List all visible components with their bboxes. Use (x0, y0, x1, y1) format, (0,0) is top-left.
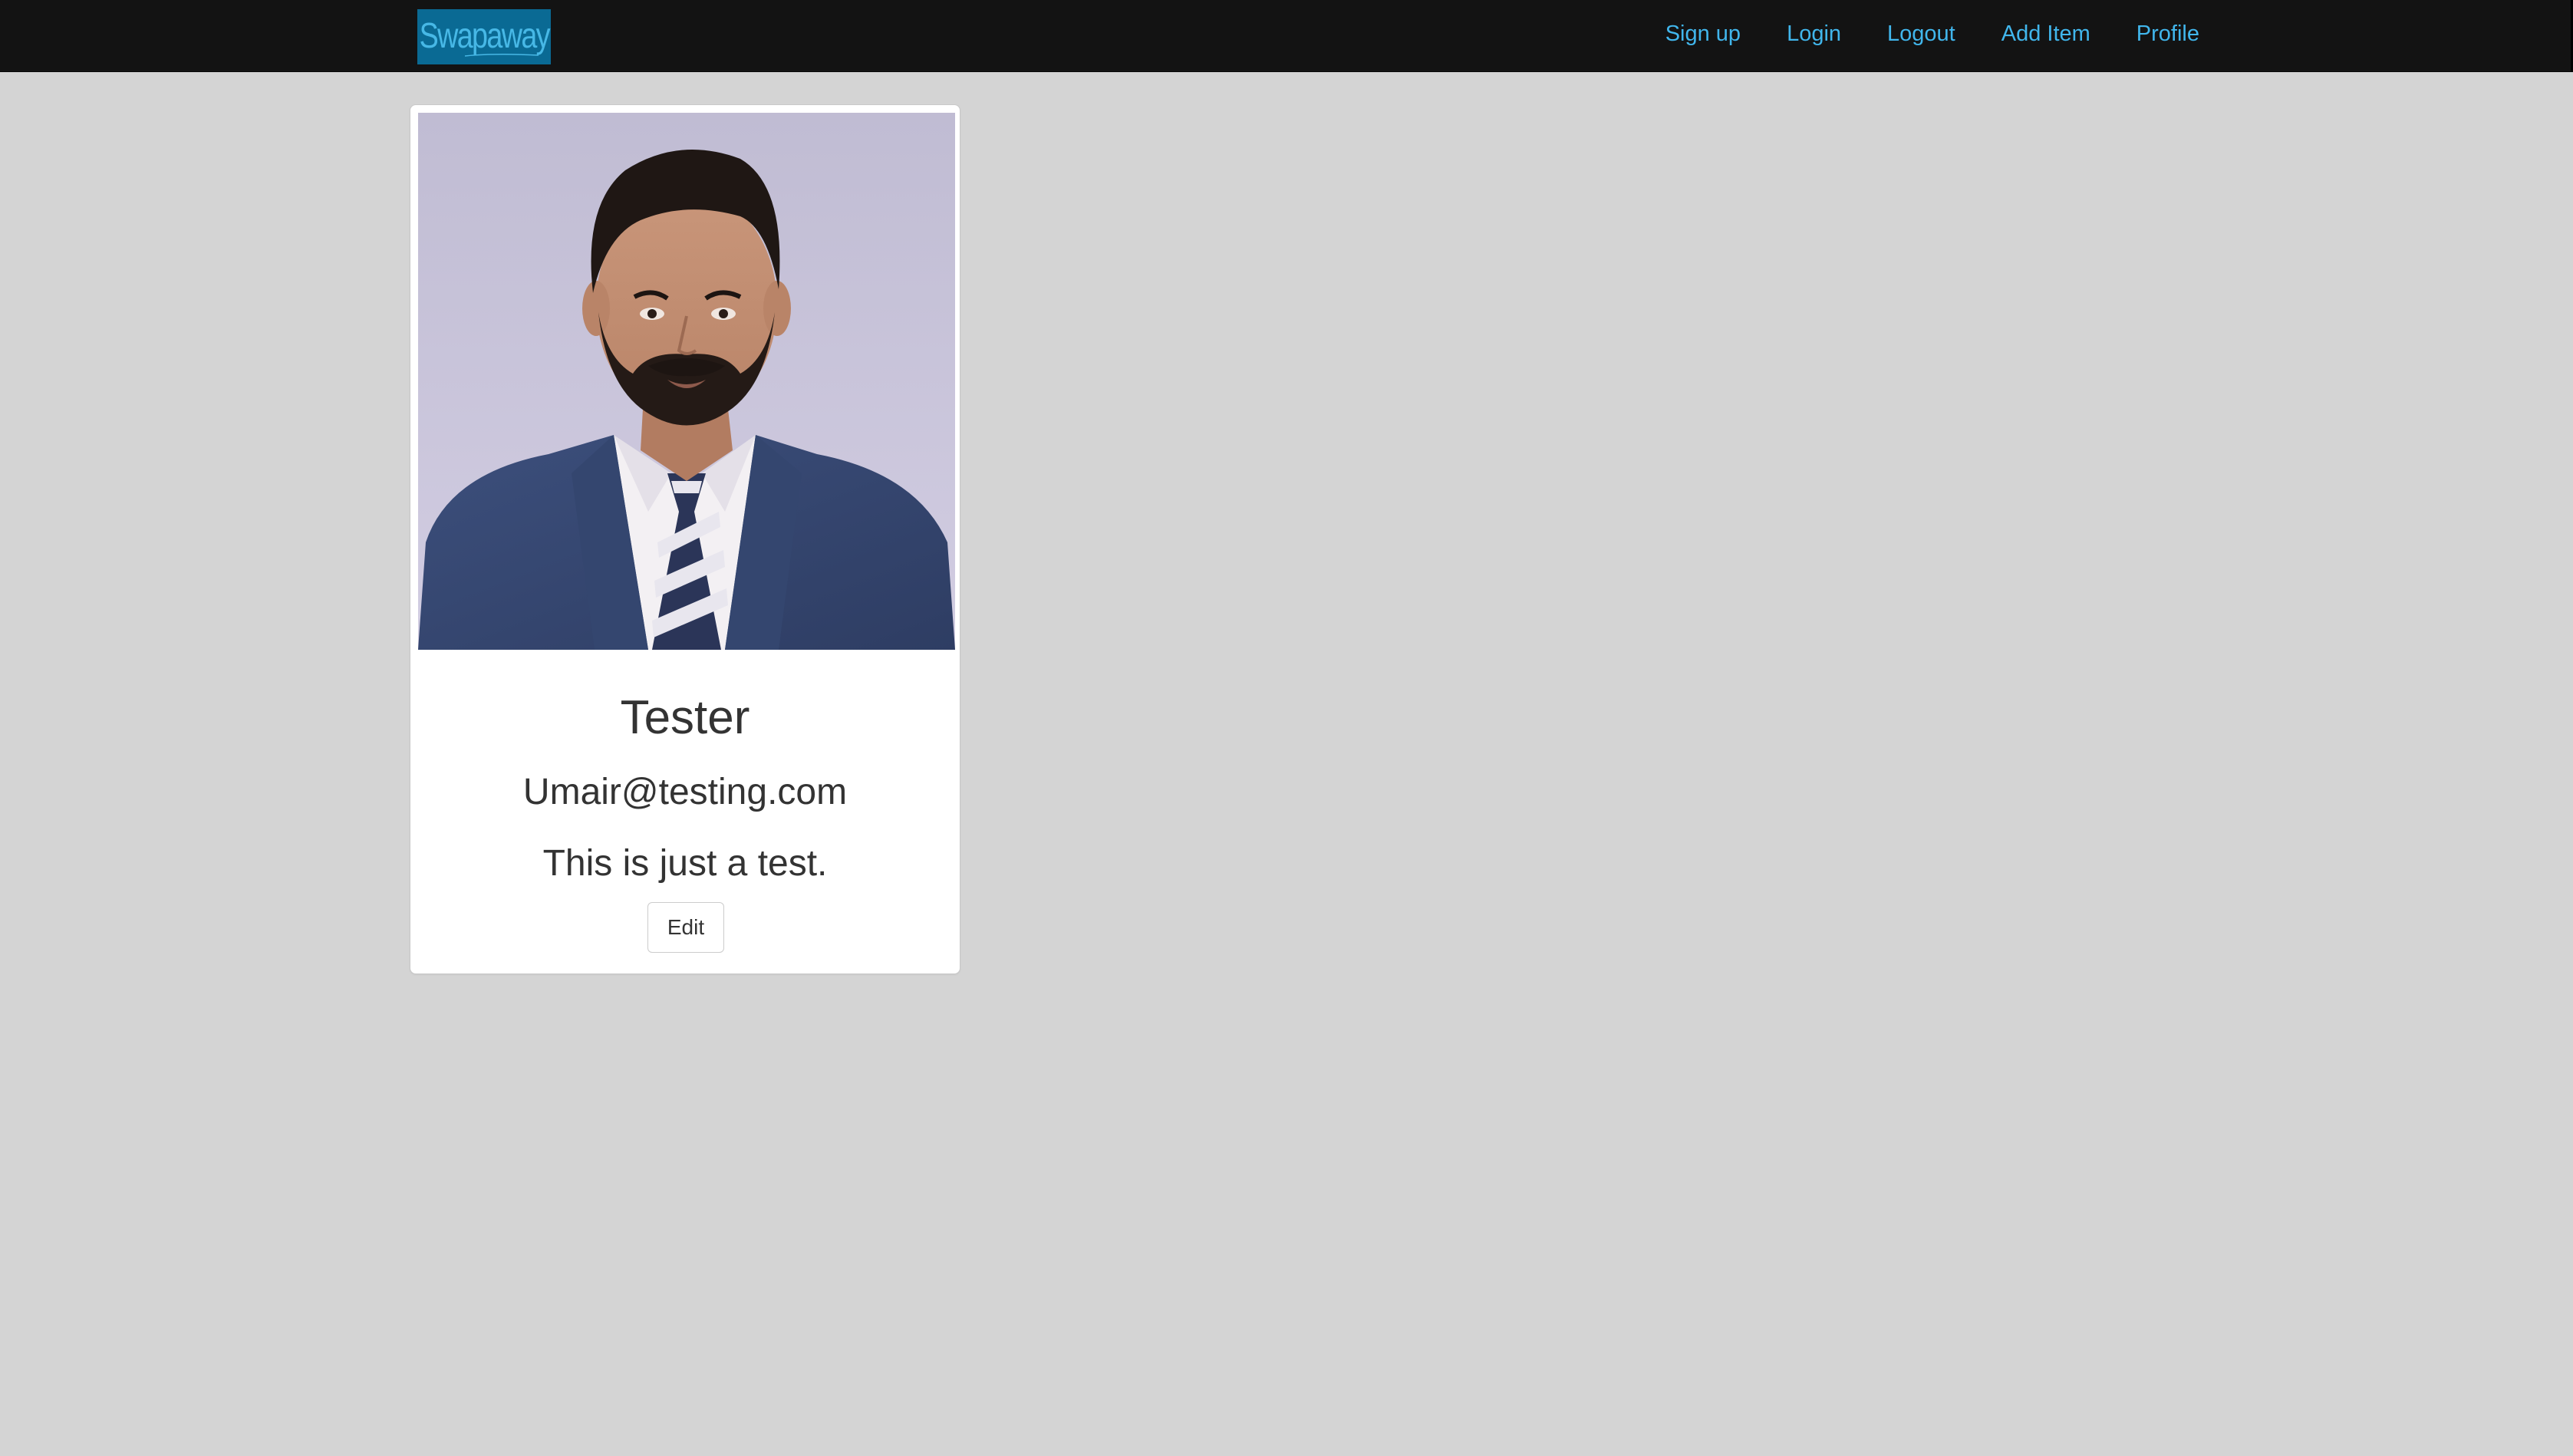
nav-link-profile[interactable]: Profile (2136, 21, 2199, 46)
nav-link-sign-up[interactable]: Sign up (1665, 21, 1741, 46)
profile-card: Tester Umair@testing.com This is just a … (410, 104, 960, 974)
profile-bio: This is just a test. (542, 843, 828, 884)
profile-photo (418, 113, 955, 650)
edit-button[interactable]: Edit (647, 902, 724, 953)
profile-email: Umair@testing.com (522, 772, 848, 812)
nav-link-add-item[interactable]: Add Item (2001, 21, 2090, 46)
profile-name: Tester (620, 691, 750, 744)
page: Swapaway Sign up Login Logout Add Item P… (0, 0, 2573, 1456)
nav-link-logout[interactable]: Logout (1887, 21, 1955, 46)
brand-logo[interactable]: Swapaway (417, 9, 551, 64)
nav-link-login[interactable]: Login (1787, 21, 1841, 46)
brand-swoosh-icon (464, 53, 539, 57)
profile-photo-icon (418, 113, 955, 650)
navbar: Swapaway Sign up Login Logout Add Item P… (0, 0, 2571, 72)
nav-links: Sign up Login Logout Add Item Profile (1665, 0, 2199, 68)
brand-name: Swapaway (419, 15, 550, 55)
